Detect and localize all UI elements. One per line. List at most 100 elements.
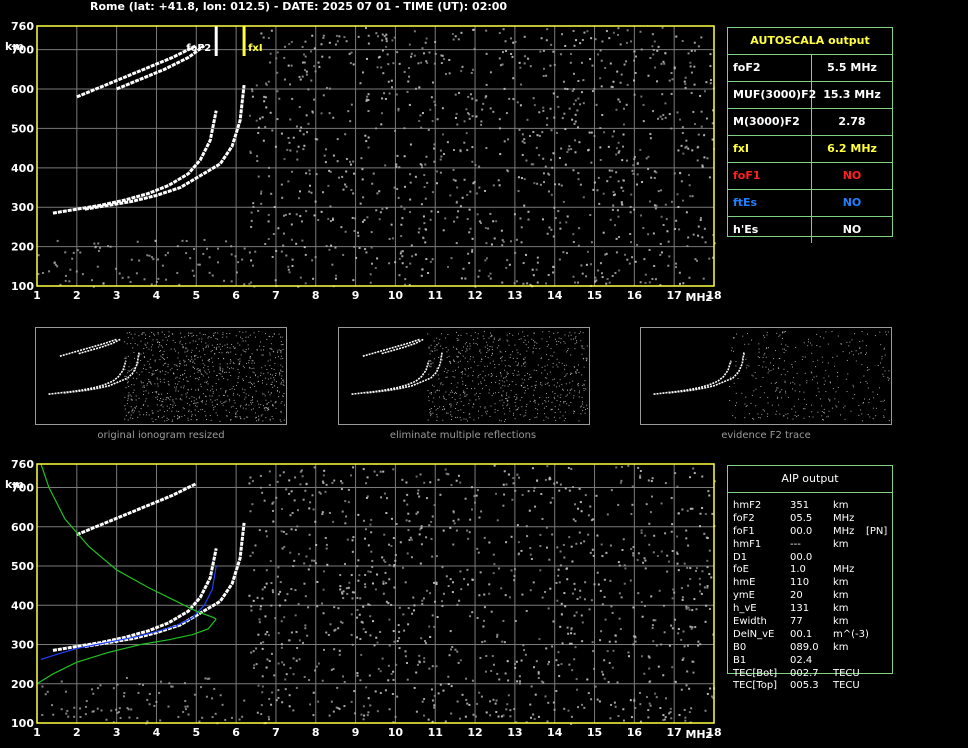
noise-dot (270, 604, 273, 607)
thumb-noise-dot (524, 362, 526, 364)
noise-dot (303, 144, 306, 147)
thumb-noise-dot (165, 397, 167, 399)
noise-dot (609, 62, 612, 65)
thumb-noise-dot (755, 388, 757, 390)
thumb-noise-dot (852, 397, 854, 399)
noise-dot (681, 39, 684, 42)
thumb-noise-dot (884, 354, 886, 356)
noise-dot (695, 567, 698, 570)
thumb-noise-dot (146, 384, 148, 386)
thumb-noise-dot (536, 413, 538, 415)
thumb-noise-dot (262, 420, 264, 422)
noise-dot (44, 693, 47, 696)
thumb-noise-dot (849, 341, 851, 343)
noise-dot (475, 99, 478, 102)
noise-dot (119, 717, 122, 720)
thumb-noise-dot (252, 384, 254, 386)
aip-row: TEC[Top] 005.3 TECU (733, 680, 933, 693)
thumb-noise-dot (188, 409, 190, 411)
thumb-noise-dot (462, 355, 464, 357)
thumb-noise-dot (518, 338, 520, 340)
thumb-noise-dot (242, 388, 244, 390)
thumb-noise-dot (168, 418, 170, 420)
thumb-noise-dot (184, 360, 186, 362)
noise-dot (479, 656, 482, 659)
thumb-noise-dot (245, 336, 247, 338)
thumb-noise-dot (430, 415, 432, 417)
noise-dot (325, 245, 328, 248)
thumb-noise-dot (173, 402, 175, 404)
noise-dot (288, 639, 291, 642)
noise-dot (568, 145, 571, 148)
noise-dot (381, 39, 384, 42)
noise-dot (365, 140, 368, 143)
noise-dot (279, 581, 282, 584)
thumb-noise-dot (252, 371, 254, 373)
noise-dot (697, 644, 700, 647)
thumb-noise-dot (524, 392, 526, 394)
thumb-noise-dot (851, 350, 853, 352)
noise-dot (274, 617, 277, 620)
thumb-noise-dot (752, 418, 754, 420)
noise-dot (302, 498, 305, 501)
thumb-noise-dot (452, 391, 454, 393)
noise-dot (465, 132, 468, 135)
noise-dot (670, 497, 673, 500)
x-tick-label: 7 (272, 289, 280, 302)
thumb-noise-dot (559, 411, 561, 413)
thumb-noise-dot (544, 365, 546, 367)
thumb-noise-dot (787, 345, 789, 347)
thumb-noise-dot (577, 383, 579, 385)
thumb-noise-dot (570, 373, 572, 375)
thumb-noise-dot (546, 377, 548, 379)
noise-dot (418, 227, 421, 230)
noise-dot (565, 221, 568, 224)
noise-dot (315, 173, 318, 176)
thumb-noise-dot (530, 376, 532, 378)
noise-dot (572, 103, 575, 106)
thumb-noise-dot (865, 380, 867, 382)
thumb-noise-dot (258, 345, 260, 347)
thumb-noise-dot (255, 374, 257, 376)
thumb-noise-dot (816, 375, 818, 377)
noise-dot (674, 472, 677, 475)
noise-dot (676, 111, 679, 114)
thumb-noise-dot (269, 336, 271, 338)
noise-dot (459, 659, 462, 662)
noise-dot (685, 211, 688, 214)
noise-dot (393, 36, 396, 39)
thumb-noise-dot (436, 344, 438, 346)
thumb-noise-dot (480, 383, 482, 385)
noise-dot (563, 556, 566, 559)
thumb-noise-dot (779, 413, 781, 415)
noise-dot (605, 282, 608, 285)
noise-dot (579, 103, 582, 106)
thumb-noise-dot (581, 405, 583, 407)
thumb-noise-dot (480, 381, 482, 383)
thumb-noise-dot (436, 337, 438, 339)
noise-dot (469, 615, 472, 618)
thumb-noise-dot (145, 390, 147, 392)
noise-dot (321, 511, 324, 514)
thumb-noise-dot (194, 362, 196, 364)
thumb-noise-dot (271, 349, 273, 351)
noise-dot (686, 244, 689, 247)
noise-dot (260, 192, 263, 195)
thumb-noise-dot (262, 393, 264, 395)
noise-dot (677, 206, 680, 209)
noise-dot (662, 714, 665, 717)
thumb-noise-dot (532, 352, 534, 354)
thumb-noise-dot (479, 373, 481, 375)
noise-dot (573, 658, 576, 661)
thumb-noise-dot (454, 369, 456, 371)
thumb-noise-dot (486, 344, 488, 346)
thumb-noise-dot (251, 362, 253, 364)
noise-dot (398, 606, 401, 609)
noise-dot (692, 467, 695, 470)
noise-dot (382, 72, 385, 75)
thumb-noise-dot (465, 369, 467, 371)
thumb-noise-dot (524, 357, 526, 359)
noise-dot (368, 674, 371, 677)
thumb-noise-dot (576, 342, 578, 344)
thumb-noise-dot (245, 393, 247, 395)
